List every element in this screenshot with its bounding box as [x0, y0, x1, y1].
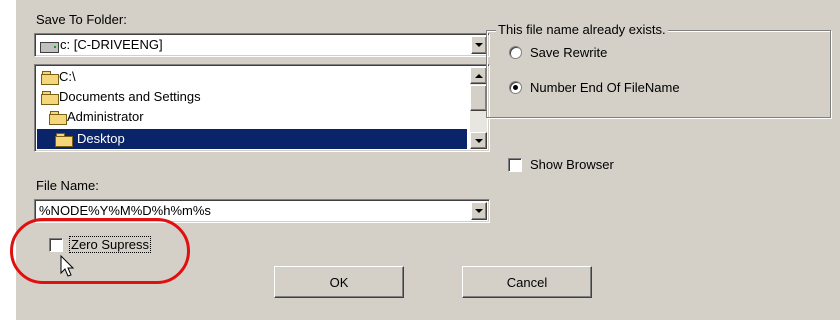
tree-item-desktop[interactable]: Desktop — [37, 129, 467, 149]
scroll-up-icon — [474, 73, 483, 78]
cancel-button[interactable]: Cancel — [462, 266, 592, 298]
save-rewrite-label: Save Rewrite — [530, 45, 608, 60]
file-exists-group-title: This file name already exists. — [496, 22, 668, 37]
tree-item-c-drive[interactable]: C:\ — [41, 67, 76, 87]
number-end-label: Number End Of FileName — [530, 80, 680, 95]
folder-icon — [55, 133, 73, 148]
drive-select-value: c: [C-DRIVEENG] — [60, 37, 163, 52]
save-rewrite-option[interactable]: Save Rewrite — [509, 45, 607, 60]
folder-open-icon — [41, 71, 59, 86]
folder-open-icon — [41, 91, 59, 106]
folder-tree[interactable]: C:\ Documents and Settings Administrator… — [34, 64, 490, 152]
tree-item-label: C:\ — [59, 69, 76, 84]
show-browser-checkbox[interactable] — [508, 157, 522, 172]
tree-item-documents-and-settings[interactable]: Documents and Settings — [41, 87, 201, 107]
drive-icon — [40, 39, 59, 54]
tree-item-administrator[interactable]: Administrator — [49, 107, 144, 127]
drive-select[interactable]: c: [C-DRIVEENG] — [34, 33, 490, 57]
scroll-thumb[interactable] — [470, 85, 487, 111]
file-name-label: File Name: — [36, 178, 99, 193]
number-end-radio[interactable] — [509, 81, 522, 94]
ok-button-label: OK — [329, 274, 349, 290]
file-name-value: %NODE%Y%M%D%h%m%s — [39, 203, 211, 218]
scroll-down-icon — [474, 138, 483, 143]
show-browser-option[interactable]: Show Browser — [508, 157, 614, 172]
drive-dropdown-button[interactable] — [471, 36, 487, 54]
ok-button[interactable]: OK — [274, 266, 404, 298]
scroll-up-button[interactable] — [470, 67, 487, 84]
chevron-down-icon — [475, 43, 483, 47]
save-to-folder-label: Save To Folder: — [36, 12, 127, 27]
folder-open-icon — [49, 111, 67, 126]
tree-scrollbar[interactable] — [470, 67, 487, 149]
tree-item-label: Documents and Settings — [59, 89, 201, 104]
cancel-button-label: Cancel — [506, 274, 548, 290]
file-exists-group — [486, 30, 831, 118]
show-browser-label: Show Browser — [530, 157, 614, 172]
file-name-dropdown-button[interactable] — [471, 202, 487, 220]
number-end-option[interactable]: Number End Of FileName — [509, 80, 680, 95]
save-rewrite-radio[interactable] — [509, 46, 522, 59]
scroll-down-button[interactable] — [470, 132, 487, 149]
tree-item-label: Administrator — [67, 109, 144, 124]
highlight-ring — [10, 218, 190, 284]
tree-item-label: Desktop — [77, 131, 125, 146]
chevron-down-icon — [475, 209, 483, 213]
